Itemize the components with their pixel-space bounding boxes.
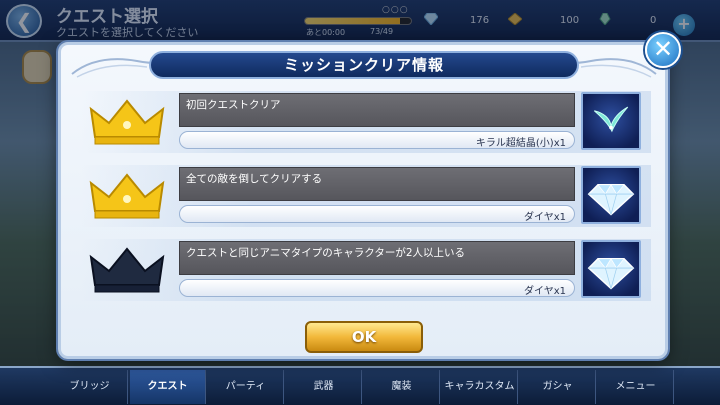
nav-quest[interactable]: クエスト [130,370,206,404]
reward-label: ダイヤx1 [524,286,566,297]
mission-row: 全ての敵を倒してクリアする ダイヤx1 [81,165,651,227]
mission-description: 初回クエストクリア [179,93,575,127]
dialog-title: ミッションクリア情報 [283,56,444,74]
reward-bar: ダイヤx1 [179,279,575,297]
nav-party[interactable]: パーティ [208,370,284,404]
reward-item[interactable] [581,240,641,298]
reward-item[interactable] [581,166,641,224]
nav-weapon[interactable]: 武器 [286,370,362,404]
crystal-shard-icon [593,106,629,133]
nav-bridge[interactable]: ブリッジ [52,370,128,404]
close-button[interactable]: ✕ [645,32,681,68]
nav-chara-custom[interactable]: キャラカスタム [442,370,518,404]
diamond-icon [587,184,635,216]
reward-label: ダイヤx1 [524,212,566,223]
mission-description: 全ての敵を倒してクリアする [179,167,575,201]
crown-dark-icon [89,247,165,293]
nav-menu[interactable]: メニュー [598,370,674,404]
nav-armor[interactable]: 魔装 [364,370,440,404]
mission-row: クエストと同じアニマタイプのキャラクターが2人以上いる ダイヤx1 [81,239,651,301]
dialog-header: ミッションクリア情報 [149,51,579,79]
diamond-icon [587,258,635,290]
crown-gold-icon [89,99,165,145]
reward-label: キラル超結晶(小)x1 [475,138,566,149]
reward-bar: キラル超結晶(小)x1 [179,131,575,149]
reward-item[interactable] [581,92,641,150]
mission-clear-dialog: ミッションクリア情報 初回クエストクリア キラル超結晶(小)x1 全ての敵を倒し… [58,42,668,359]
mission-description: クエストと同じアニマタイプのキャラクターが2人以上いる [179,241,575,275]
bottom-nav: ブリッジ クエスト パーティ 武器 魔装 キャラカスタム ガシャ メニュー [0,366,720,405]
ok-button[interactable]: OK [305,321,423,353]
reward-bar: ダイヤx1 [179,205,575,223]
nav-gacha[interactable]: ガシャ [520,370,596,404]
mission-row: 初回クエストクリア キラル超結晶(小)x1 [81,91,651,153]
crown-gold-icon [89,173,165,219]
